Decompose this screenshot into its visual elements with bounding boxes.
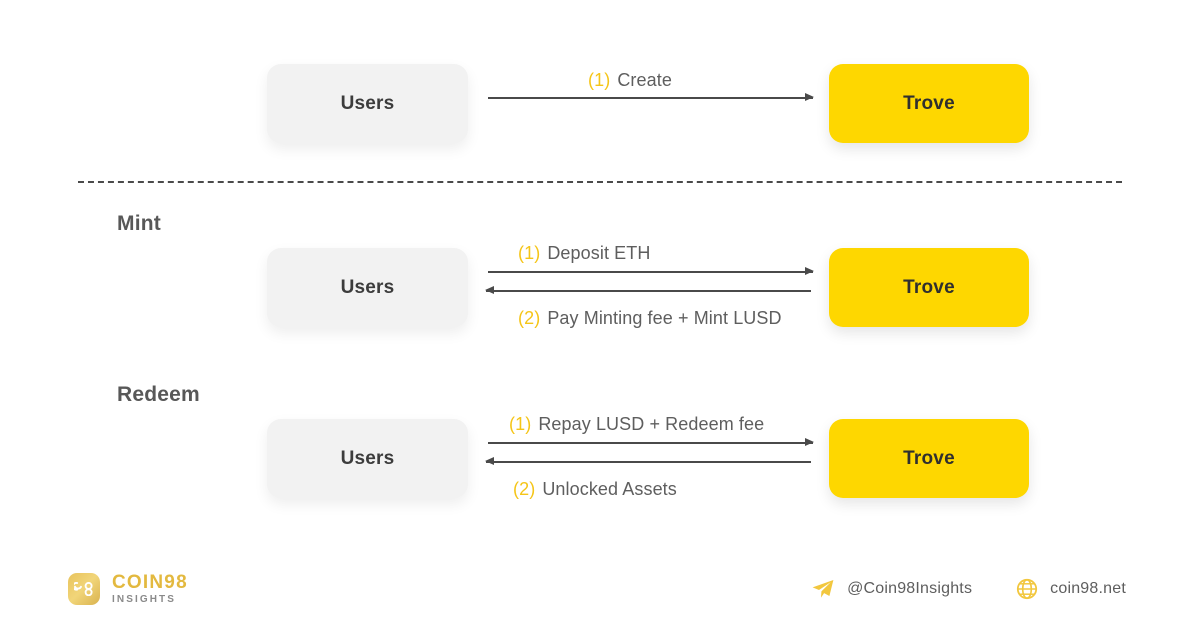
node-users-redeem: Users (267, 419, 468, 498)
flow-step-number: (2) (513, 479, 536, 499)
node-label: Trove (903, 276, 955, 298)
contact-website-text: coin98.net (1050, 580, 1126, 597)
section-divider (78, 181, 1122, 183)
arrow-mint-1-right (488, 267, 814, 277)
node-trove-mint: Trove (829, 248, 1029, 327)
arrow-head-right-icon (805, 93, 814, 101)
section-title-redeem: Redeem (117, 383, 200, 406)
flow-label-mint-1: (1) Deposit ETH (518, 243, 650, 264)
flow-step-number: (1) (518, 243, 541, 263)
arrow-shaft (486, 290, 811, 292)
arrow-shaft (488, 442, 813, 444)
arrow-shaft (488, 271, 813, 273)
footer-brand-logo: COIN98 INSIGHTS (68, 573, 188, 605)
arrow-create-1-right (488, 93, 814, 103)
flow-step-text: Unlocked Assets (542, 479, 677, 499)
node-users-mint: Users (267, 248, 468, 327)
arrow-head-left-icon (485, 286, 494, 294)
contact-website[interactable]: coin98.net (1016, 578, 1126, 600)
globe-icon (1016, 578, 1038, 600)
arrow-head-right-icon (805, 438, 814, 446)
arrow-redeem-1-right (488, 438, 814, 448)
node-label: Users (340, 276, 395, 298)
flow-step-text: Deposit ETH (547, 243, 651, 263)
arrow-redeem-2-left (485, 457, 811, 467)
coin98-logo-icon (68, 573, 100, 605)
telegram-icon (811, 578, 835, 600)
node-users-create: Users (267, 64, 468, 143)
node-label: Trove (903, 447, 955, 469)
node-trove-create: Trove (829, 64, 1029, 143)
node-label: Users (340, 92, 395, 114)
node-label: Trove (903, 92, 955, 114)
flow-label-redeem-1: (1) Repay LUSD + Redeem fee (509, 414, 764, 435)
diagram-canvas: Users (1) Create Trove Mint Users (1) Depo… (0, 0, 1200, 628)
arrow-mint-2-left (485, 286, 811, 296)
flow-step-text: Repay LUSD + Redeem fee (538, 414, 765, 434)
flow-step-number: (1) (588, 70, 611, 90)
footer-contacts: @Coin98Insights coin98.net (811, 578, 1126, 600)
arrow-shaft (486, 461, 811, 463)
coin98-wordmark: COIN98 INSIGHTS (112, 573, 188, 605)
contact-telegram-text: @Coin98Insights (847, 580, 973, 597)
flow-step-text: Pay Minting fee + Mint LUSD (547, 308, 782, 328)
logo-subtitle: INSIGHTS (112, 594, 177, 605)
logo-name: COIN98 (112, 572, 188, 593)
node-label: Users (340, 447, 395, 469)
section-title-mint: Mint (117, 212, 161, 235)
arrow-shaft (488, 97, 813, 99)
node-trove-redeem: Trove (829, 419, 1029, 498)
arrow-head-right-icon (805, 267, 814, 275)
flow-step-text: Create (617, 70, 672, 90)
flow-step-number: (1) (509, 414, 532, 434)
contact-telegram[interactable]: @Coin98Insights (811, 578, 972, 600)
flow-label-redeem-2: (2) Unlocked Assets (513, 479, 677, 500)
flow-label-mint-2: (2) Pay Minting fee + Mint LUSD (518, 308, 782, 329)
flow-label-create-1: (1) Create (588, 70, 672, 91)
flow-step-number: (2) (518, 308, 541, 328)
arrow-head-left-icon (485, 457, 494, 465)
